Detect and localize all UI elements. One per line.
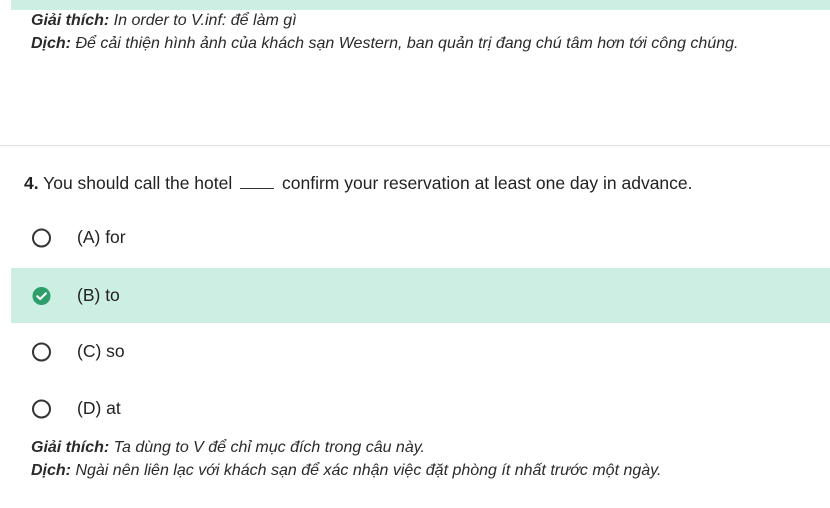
option-b[interactable]: (B) to <box>11 268 830 323</box>
option-label: (A) for <box>77 227 126 247</box>
option-c[interactable]: (C) so <box>11 324 830 379</box>
question-text-before: You should call the hotel <box>43 173 233 193</box>
radio-empty-icon[interactable] <box>32 399 51 418</box>
option-label: (D) at <box>77 398 121 418</box>
previous-translation-line: Dịch: Để cải thiện hình ảnh của khách sạ… <box>31 32 738 55</box>
translation-text: Ngài nên liên lạc với khách sạn để xác n… <box>71 462 662 479</box>
explanation-key: Giải thích: <box>31 439 110 456</box>
answer-explanation: Giải thích: Ta dùng to V để chỉ mục đích… <box>31 436 661 482</box>
option-a[interactable]: (A) for <box>11 210 830 265</box>
previous-explanation-line: Giải thích: In order to V.inf: để làm gì <box>31 9 738 32</box>
question-number: 4. <box>24 173 39 193</box>
quiz-page: Giải thích: In order to V.inf: để làm gì… <box>0 0 830 508</box>
answer-blank <box>240 174 275 189</box>
previous-explanation: Giải thích: In order to V.inf: để làm gì… <box>31 9 738 55</box>
translation-key: Dịch: <box>31 35 71 52</box>
option-label: (B) to <box>77 285 120 305</box>
explanation-line: Giải thích: Ta dùng to V để chỉ mục đích… <box>31 436 661 459</box>
explanation-key: Giải thích: <box>31 12 110 29</box>
question-divider <box>0 145 830 146</box>
radio-empty-icon[interactable] <box>32 342 51 361</box>
translation-key: Dịch: <box>31 462 71 479</box>
option-d[interactable]: (D) at <box>11 381 830 436</box>
explanation-text: Ta dùng to V để chỉ mục đích trong câu n… <box>109 439 425 456</box>
explanation-text: In order to V.inf: để làm gì <box>109 12 297 29</box>
option-label: (C) so <box>77 341 125 361</box>
check-circle-icon <box>32 286 51 305</box>
translation-text: Để cải thiện hình ảnh của khách sạn West… <box>71 35 739 52</box>
translation-line: Dịch: Ngài nên liên lạc với khách sạn để… <box>31 459 661 482</box>
radio-empty-icon[interactable] <box>32 228 51 247</box>
question-text-after: confirm your reservation at least one da… <box>282 173 693 193</box>
question-text: 4. You should call the hotel confirm you… <box>24 172 693 194</box>
